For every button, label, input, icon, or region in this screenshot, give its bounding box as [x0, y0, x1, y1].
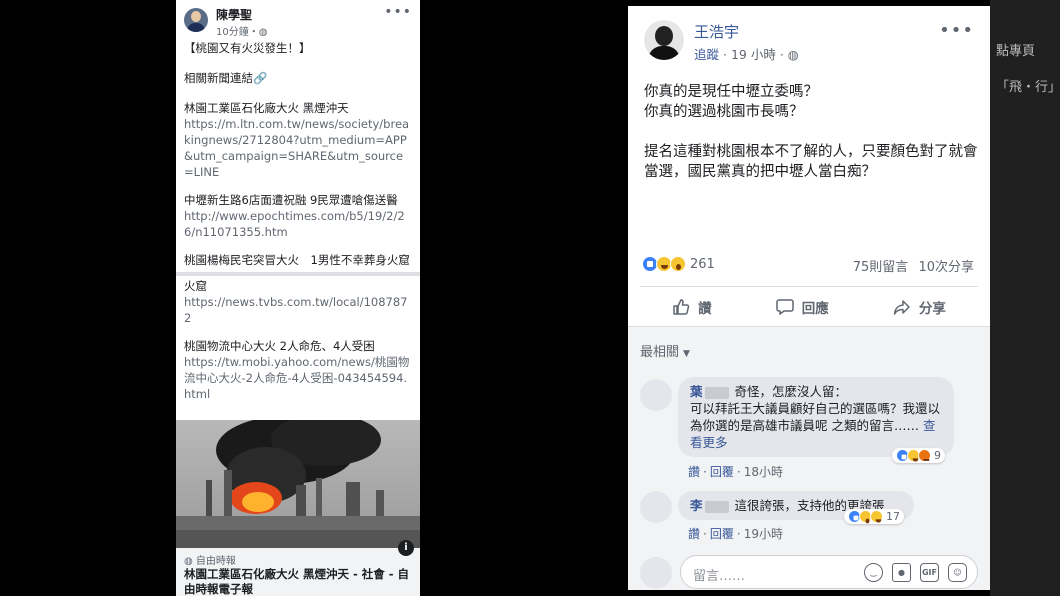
post-intro: 【桃園又有火災發生！】	[184, 41, 311, 55]
comment-text: 奇怪，怎麼沒人留：	[734, 384, 848, 399]
post-time[interactable]: 19 小時	[731, 47, 776, 62]
news-link-title: 桃園物流中心大火 2人命危、4人受困	[184, 339, 375, 353]
reaction-count: 261	[690, 256, 715, 272]
link-card-title: 林園工業區石化廠大火 黑煙沖天 - 社會 - 自由時報電子報	[184, 567, 410, 596]
post-stats: 75則留言 10次分享	[847, 256, 974, 275]
news-link-title-continued: 火窟	[184, 279, 207, 293]
globe-icon: ◍	[787, 47, 799, 62]
comment-bubble: 葉 奇怪，怎麼沒人留： 可以拜託王大議員顧好自己的選區嗎？我還以為你選的是高雄市…	[678, 377, 954, 457]
follow-button[interactable]: 追蹤	[694, 47, 719, 62]
share-label: 分享	[918, 301, 946, 317]
related-news-label: 相關新聞連結🔗	[184, 71, 268, 85]
avatar[interactable]	[644, 20, 684, 60]
comment-input[interactable]: 留言…… ‿ ● GIF ☺	[680, 555, 978, 589]
comment-icon	[775, 299, 794, 315]
emoji-icon[interactable]: ‿	[864, 563, 883, 582]
news-link-title: 桃園楊梅民宅突冒大火 1男性不幸葬身火窟	[184, 253, 410, 267]
post-action-bar: 讚 回應 分享	[640, 290, 978, 324]
news-link-title: 中壢新生路6店面遭祝融 9民眾遭嗆傷送醫	[184, 193, 398, 207]
comment-reaction-count: 17	[886, 510, 900, 523]
background-text: 「飛・行」	[996, 80, 1060, 95]
thumbs-up-icon	[673, 299, 690, 315]
comment-actions: 讚 · 回覆 · 19小時	[688, 527, 783, 541]
comment-reply-link[interactable]: 回覆	[710, 465, 734, 479]
meta-separator: ·	[779, 47, 788, 62]
post-line: 你真的是現任中壢立委嗎？	[644, 84, 818, 100]
source-label: ◍ 自由時報	[184, 556, 236, 567]
post-meta: 追蹤 · 19 小時 · ◍	[694, 44, 799, 63]
news-link-url[interactable]: https://news.tvbs.com.tw/local/1087872	[184, 294, 412, 326]
source-dot-icon: ◍	[184, 556, 196, 567]
share-arrow-icon	[893, 300, 910, 315]
reaction-summary[interactable]: 261	[642, 254, 715, 274]
avatar[interactable]	[184, 8, 208, 32]
news-link-url[interactable]: https://m.ltn.com.tw/news/society/breaki…	[184, 116, 412, 180]
post-author[interactable]: 陳學聖	[216, 6, 252, 23]
news-link-url[interactable]: https://tw.mobi.yahoo.com/news/桃園物流中心大火-…	[184, 354, 412, 402]
comment-reactions[interactable]: 17	[844, 509, 904, 524]
avatar	[640, 557, 672, 589]
screenshot-seam	[176, 272, 420, 276]
redacted-name	[704, 386, 729, 399]
share-count[interactable]: 10次分享	[918, 260, 974, 275]
post-header: 陳學聖 10分鐘・◍ •••	[176, 0, 420, 40]
background-text: 點專頁	[996, 44, 1036, 59]
post-meta: 10分鐘・◍	[216, 23, 267, 38]
wow-reaction-icon	[670, 256, 686, 272]
sticker-icon[interactable]: ☺	[948, 563, 967, 582]
news-photo-fire[interactable]	[176, 420, 420, 548]
haha-reaction-icon	[870, 510, 883, 523]
post-body: 你真的是現任中壢立委嗎？ 你真的選過桃園市長嗎？ 提名這種對桃園根本不了解的人，…	[644, 82, 984, 182]
comment-reaction-count: 9	[934, 449, 941, 462]
meta-separator: ·	[723, 47, 731, 62]
info-icon[interactable]: i	[398, 540, 414, 556]
divider	[640, 286, 978, 287]
link-card-caption[interactable]: ◍ 自由時報 林園工業區石化廠大火 黑煙沖天 - 社會 - 自由時報電子報	[176, 548, 420, 596]
post-body: 【桃園又有火災發生！】 相關新聞連結🔗 林園工業區石化廠大火 黑煙沖天 http…	[176, 40, 420, 402]
comment-time[interactable]: 18小時	[744, 465, 783, 479]
comment-time[interactable]: 19小時	[744, 527, 783, 541]
redacted-name	[704, 500, 729, 513]
comment-count[interactable]: 75則留言	[853, 260, 909, 275]
comment-placeholder: 留言……	[693, 569, 746, 584]
more-options-icon[interactable]: •••	[939, 20, 974, 41]
comment-sort-dropdown[interactable]: 最相關 ▼	[640, 341, 690, 360]
comments-section: 最相關 ▼ 葉 奇怪，怎麼沒人留： 可以拜託王大議員顧好自己的選區嗎？我還以為你選…	[628, 327, 990, 590]
avatar[interactable]	[640, 379, 672, 411]
post-line: 你真的選過桃園市長嗎？	[644, 104, 804, 120]
news-link-title: 林園工業區石化廠大火 黑煙沖天	[184, 101, 349, 115]
comment-button[interactable]: 回應	[775, 297, 829, 317]
post-line: 提名這種對桃園根本不了解的人，只要顏色對了就會當選，國民黨真的把中壢人當白痴？	[644, 144, 978, 180]
comment-like-link[interactable]: 讚	[688, 527, 700, 541]
gif-icon[interactable]: GIF	[920, 563, 939, 582]
camera-icon[interactable]: ●	[892, 563, 911, 582]
globe-icon: ◍	[258, 27, 268, 38]
caret-down-icon: ▼	[683, 349, 690, 359]
avatar[interactable]	[640, 491, 672, 523]
comment-reply-link[interactable]: 回覆	[710, 527, 734, 541]
comment-author[interactable]: 李	[690, 498, 703, 513]
post-author[interactable]: 王浩宇	[694, 21, 739, 42]
comment-like-link[interactable]: 讚	[688, 465, 700, 479]
comment-author[interactable]: 葉	[690, 384, 703, 399]
like-button[interactable]: 讚	[672, 297, 712, 317]
news-link-url[interactable]: http://www.epochtimes.com/b5/19/2/26/n11…	[184, 208, 412, 240]
comment-label: 回應	[801, 301, 829, 317]
comment-reactions[interactable]: 9	[892, 448, 945, 463]
like-label: 讚	[698, 301, 712, 317]
fire-photo-illustration	[176, 420, 420, 548]
comment-text: 可以拜託王大議員顧好自己的選區嗎？我還以為你選的是高雄市議員呢 之類的留言……	[690, 401, 941, 433]
angry-reaction-icon	[918, 449, 931, 462]
comment-actions: 讚 · 回覆 · 18小時	[688, 465, 783, 479]
right-post-screenshot: 王浩宇 追蹤 · 19 小時 · ◍ ••• 你真的是現任中壢立委嗎？ 你真的選…	[628, 6, 990, 590]
more-options-icon[interactable]: •••	[384, 4, 412, 20]
composer-icons: ‿ ● GIF ☺	[864, 563, 967, 582]
post-time[interactable]: 10分鐘・	[216, 27, 259, 38]
left-post-screenshot: 陳學聖 10分鐘・◍ ••• 【桃園又有火災發生！】 相關新聞連結🔗 林園工業區…	[176, 0, 420, 596]
share-button[interactable]: 分享	[893, 297, 946, 317]
